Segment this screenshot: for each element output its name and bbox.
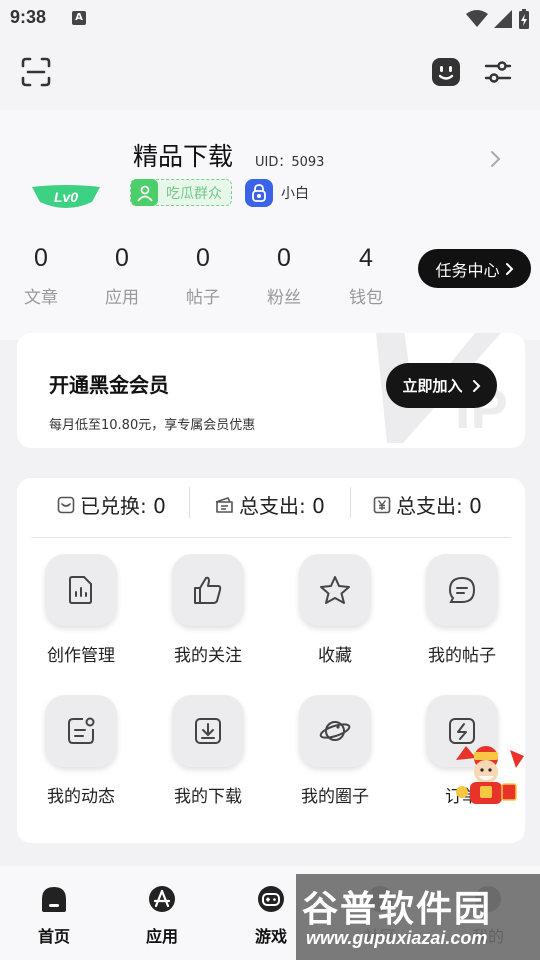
grid-label: 我的圈子 xyxy=(301,787,369,807)
top-bar xyxy=(0,38,540,110)
stat-wallet[interactable]: 4 钱包 xyxy=(336,244,396,308)
chevron-right-icon xyxy=(472,379,480,392)
chart-doc-icon xyxy=(45,554,117,626)
stat-label: 粉丝 xyxy=(267,288,301,308)
divider xyxy=(31,537,511,538)
task-center-label: 任务中心 xyxy=(435,260,500,280)
app-store-icon xyxy=(149,886,175,912)
tag-user-rank-label: 小白 xyxy=(281,186,309,202)
grid-label: 收藏 xyxy=(318,646,352,666)
grid-label: 我的下载 xyxy=(174,787,242,807)
status-time: 9:38 xyxy=(10,7,47,27)
avatar-face-icon[interactable] xyxy=(430,56,462,88)
grid-item-favorites[interactable]: 收藏 xyxy=(275,554,395,666)
menu-card: 已兑换: 0 总支出: 0 总支出: 0 创作管理 我的关注 收藏 我的帖子 我… xyxy=(17,478,525,843)
nav-label: 首页 xyxy=(37,927,70,946)
user-id: UID：5093 xyxy=(255,155,325,170)
status-bar: 9:38 A xyxy=(0,0,540,38)
stat-value: 0 xyxy=(277,244,291,272)
grid-item-my-circles[interactable]: 我的圈子 xyxy=(275,695,395,807)
exchange-icon xyxy=(57,496,75,513)
stat-value: 0 xyxy=(196,244,210,272)
summary-exchanged[interactable]: 已兑换: 0 xyxy=(57,490,166,519)
username[interactable]: 精品下载 xyxy=(133,137,233,173)
star-icon xyxy=(299,554,371,626)
tag-user-title[interactable]: 吃瓜群众 xyxy=(130,179,232,206)
grid-label: 我的关注 xyxy=(174,646,242,666)
chat-bubble-icon xyxy=(426,554,498,626)
stat-articles[interactable]: 0 文章 xyxy=(11,244,71,308)
divider xyxy=(189,487,190,518)
summary-spent-yen-label: 总支出: 0 xyxy=(396,494,482,518)
notification-badge: A xyxy=(72,11,86,25)
watermark-title: 谷普软件园 xyxy=(302,888,493,929)
grid-item-my-activity[interactable]: 我的动态 xyxy=(21,695,141,807)
vip-title: 开通黑金会员 xyxy=(49,373,169,397)
tag-user-rank[interactable]: 小白 xyxy=(245,178,309,208)
mascot-icon[interactable] xyxy=(452,742,528,808)
grid-item-creation-management[interactable]: 创作管理 xyxy=(21,554,141,666)
planet-icon xyxy=(299,695,371,767)
gamepad-icon xyxy=(258,886,284,912)
stat-label: 应用 xyxy=(105,288,139,308)
settings-sliders-icon[interactable] xyxy=(482,56,514,88)
scan-icon[interactable] xyxy=(20,56,52,88)
home-icon xyxy=(42,887,66,912)
grid-label: 我的帖子 xyxy=(428,646,496,666)
stat-label: 文章 xyxy=(24,288,58,308)
vip-join-label: 立即加入 xyxy=(402,377,463,395)
nav-home[interactable]: 首页 xyxy=(14,884,94,947)
summary-spent-coupon[interactable]: 总支出: 0 xyxy=(214,490,325,519)
summary-spent-coupon-label: 总支出: 0 xyxy=(239,494,325,518)
status-icons xyxy=(466,9,530,29)
lock-badge-icon xyxy=(245,179,273,207)
vip-join-button[interactable]: 立即加入 xyxy=(386,363,497,408)
grid-item-my-posts[interactable]: 我的帖子 xyxy=(402,554,522,666)
download-icon xyxy=(172,695,244,767)
activity-icon xyxy=(45,695,117,767)
site-watermark: 谷普软件园 www.gupuxiazai.com xyxy=(296,874,540,960)
grid-item-my-downloads[interactable]: 我的下载 xyxy=(148,695,268,807)
watermark-url: www.gupuxiazai.com xyxy=(306,928,488,948)
nav-apps[interactable]: 应用 xyxy=(122,884,202,947)
chevron-right-icon xyxy=(505,262,513,275)
stat-value: 0 xyxy=(34,244,48,272)
signal-icon xyxy=(494,10,512,28)
task-center-button[interactable]: 任务中心 xyxy=(418,249,531,288)
stat-label: 帖子 xyxy=(186,288,220,308)
yen-icon xyxy=(373,496,391,513)
stat-label: 钱包 xyxy=(349,288,383,308)
stat-apps[interactable]: 0 应用 xyxy=(92,244,152,308)
battery-icon xyxy=(519,9,529,29)
stat-value: 4 xyxy=(359,244,373,272)
summary-row: 已兑换: 0 总支出: 0 总支出: 0 xyxy=(17,478,525,528)
wifi-icon xyxy=(466,10,488,27)
chevron-right-icon[interactable] xyxy=(488,150,502,168)
stat-posts[interactable]: 0 帖子 xyxy=(173,244,233,308)
stat-fans[interactable]: 0 粉丝 xyxy=(254,244,314,308)
vip-card[interactable]: IP 开通黑金会员 每月低至10.80元，享专属会员优惠 立即加入 xyxy=(17,333,525,448)
grid-label: 创作管理 xyxy=(47,646,115,666)
level-text: Lv0 xyxy=(54,189,78,205)
nav-label: 应用 xyxy=(145,927,178,946)
person-icon xyxy=(131,179,158,206)
divider xyxy=(350,487,351,518)
tag-user-title-label: 吃瓜群众 xyxy=(166,185,222,202)
coupon-icon xyxy=(215,496,233,513)
thumbs-up-icon xyxy=(172,554,244,626)
stat-value: 0 xyxy=(115,244,129,272)
summary-spent-yen[interactable]: 总支出: 0 xyxy=(373,490,482,519)
vip-subtitle: 每月低至10.80元，享专属会员优惠 xyxy=(49,418,256,433)
summary-exchanged-label: 已兑换: 0 xyxy=(80,494,166,518)
grid-item-my-follows[interactable]: 我的关注 xyxy=(148,554,268,666)
grid-label: 我的动态 xyxy=(47,787,115,807)
level-badge: Lv0 xyxy=(32,185,100,208)
